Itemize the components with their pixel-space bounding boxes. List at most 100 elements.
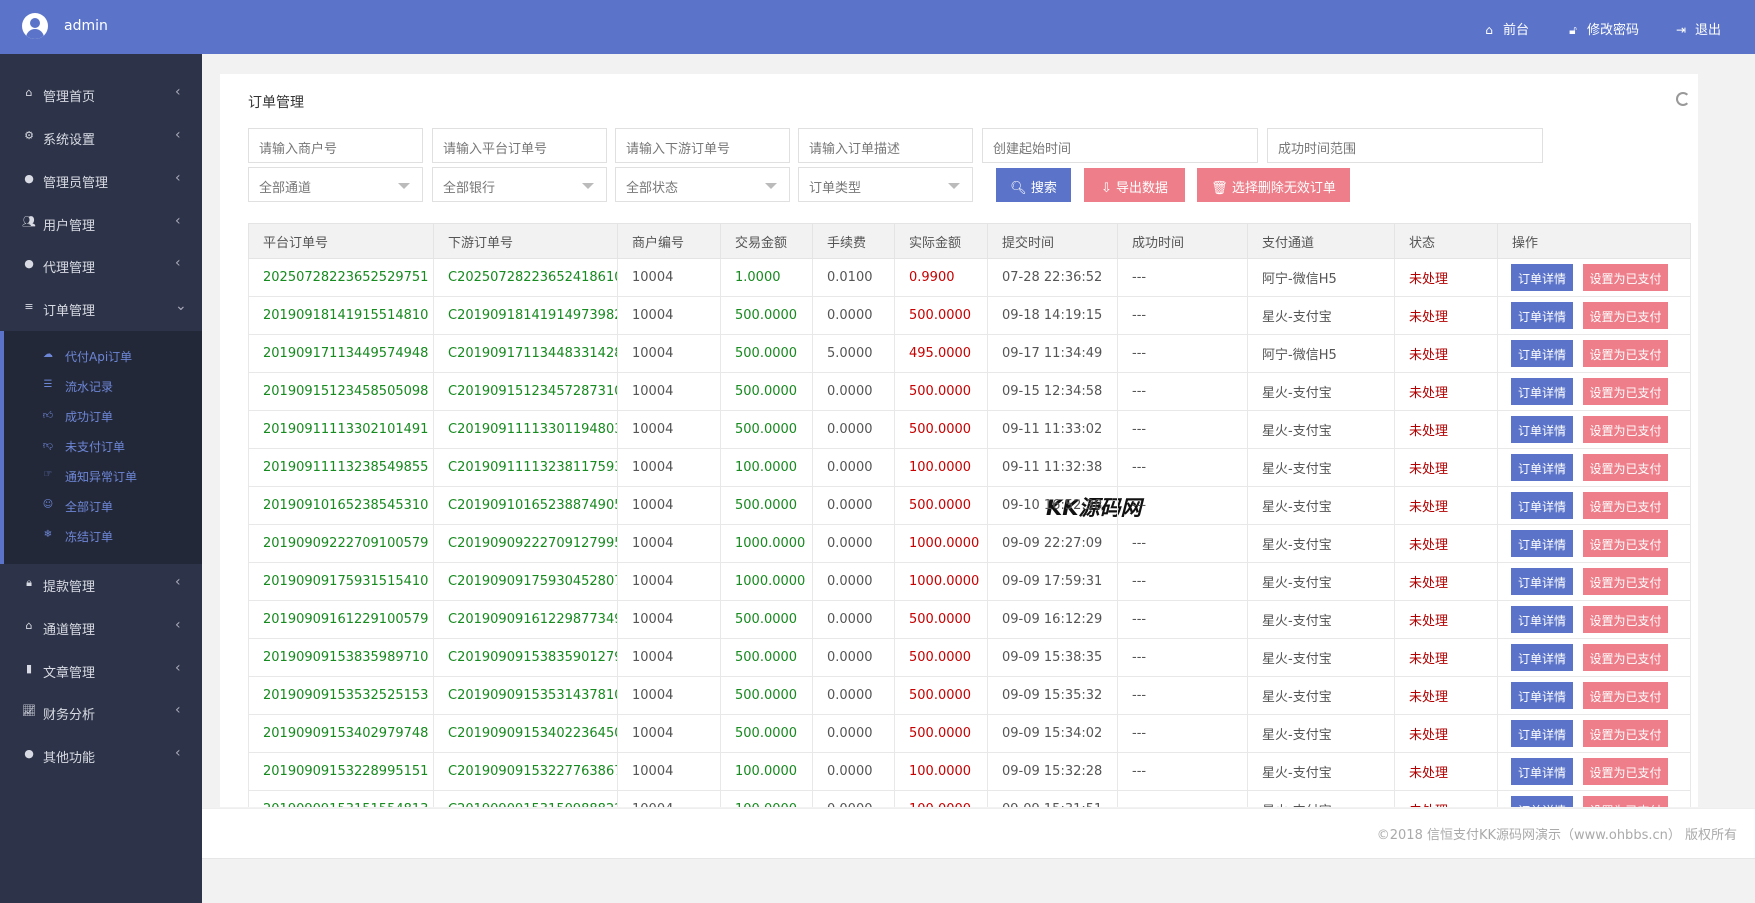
change-password-link[interactable]: 🔓︎ 修改密码 (1566, 19, 1639, 38)
set-paid-button[interactable]: 设置为已支付 (1583, 644, 1668, 671)
sidebar-item-admin-management[interactable]: ● 管理员管理 ‹ (0, 160, 202, 200)
actions-cell: 订单详情设置为已支付 (1497, 296, 1691, 335)
table-row: 20190911113302101491 C2019091111330119480… (248, 410, 1691, 449)
avatar[interactable] (22, 13, 48, 39)
set-paid-button[interactable]: 设置为已支付 (1583, 302, 1668, 329)
submit-time-cell: 07-28 22:36:52 (987, 258, 1118, 297)
platform-order-input[interactable]: 请输入平台订单号 (432, 128, 607, 163)
order-detail-button[interactable]: 订单详情 (1511, 758, 1573, 785)
order-desc-input[interactable]: 请输入订单描述 (798, 128, 973, 163)
subitem-unpaid-orders[interactable]: 👎︎ 未支付订单 (4, 431, 202, 461)
order-detail-button[interactable]: 订单详情 (1511, 302, 1573, 329)
set-paid-button[interactable]: 设置为已支付 (1583, 758, 1668, 785)
actual-amount-cell: 500.0000 (894, 638, 988, 677)
sidebar-item-withdrawal-management[interactable]: 🔒︎ 提款管理 ‹ (0, 564, 202, 604)
frontend-link[interactable]: ⌂ 前台 (1482, 19, 1529, 38)
actions-cell: 订单详情设置为已支付 (1497, 334, 1691, 373)
logout-link[interactable]: ⇥ 退出 (1674, 19, 1721, 38)
order-detail-button[interactable]: 订单详情 (1511, 340, 1573, 367)
sidebar-item-article-management[interactable]: ▮ 文章管理 ‹ (0, 650, 202, 690)
subitem-all-orders[interactable]: ☺ 全部订单 (4, 491, 202, 521)
order-detail-button[interactable]: 订单详情 (1511, 454, 1573, 481)
merchant-no-input[interactable]: 请输入商户号 (248, 128, 423, 163)
order-detail-button[interactable]: 订单详情 (1511, 682, 1573, 709)
sidebar-item-user-management[interactable]: 👥︎ 用户管理 ‹ (0, 203, 202, 243)
actual-amount-cell: 500.0000 (894, 676, 988, 715)
actions-cell: 订单详情设置为已支付 (1497, 448, 1691, 487)
order-detail-button[interactable]: 订单详情 (1511, 720, 1573, 747)
submit-time-cell: 09-09 17:59:31 (987, 562, 1118, 601)
set-paid-button[interactable]: 设置为已支付 (1583, 378, 1668, 405)
actions-cell: 订单详情设置为已支付 (1497, 638, 1691, 677)
status-select[interactable]: 全部状态 (615, 167, 790, 202)
actions-cell: 订单详情设置为已支付 (1497, 600, 1691, 639)
success-time-range-input[interactable]: 成功时间范围 (1267, 128, 1543, 163)
status-cell: 未处理 (1394, 258, 1498, 297)
set-paid-button[interactable]: 设置为已支付 (1583, 416, 1668, 443)
trade-amount-cell: 500.0000 (720, 296, 813, 335)
actions-cell: 订单详情设置为已支付 (1497, 790, 1691, 807)
set-paid-button[interactable]: 设置为已支付 (1583, 492, 1668, 519)
fee-cell: 0.0000 (812, 410, 895, 449)
col-submit-time: 提交时间 (987, 223, 1118, 259)
cloud-icon: ☁ (43, 349, 53, 360)
order-detail-button[interactable]: 订单详情 (1511, 492, 1573, 519)
subitem-frozen-orders[interactable]: ❄ 冻结订单 (4, 521, 202, 551)
subitem-successful-orders[interactable]: 👍︎ 成功订单 (4, 401, 202, 431)
sidebar-item-system-settings[interactable]: ⚙ 系统设置 ‹ (0, 117, 202, 157)
order-detail-button[interactable]: 订单详情 (1511, 606, 1573, 633)
delete-invalid-orders-button[interactable]: 🗑︎ 选择删除无效订单 (1197, 168, 1350, 202)
bank-select[interactable]: 全部银行 (432, 167, 607, 202)
order-detail-button[interactable]: 订单详情 (1511, 530, 1573, 557)
order-detail-button[interactable]: 订单详情 (1511, 416, 1573, 443)
merchant-no-cell: 10004 (617, 296, 721, 335)
success-time-cell: --- (1117, 258, 1248, 297)
merchant-no-cell: 10004 (617, 448, 721, 487)
submit-time-cell: 09-09 22:27:09 (987, 524, 1118, 563)
order-detail-button[interactable]: 订单详情 (1511, 264, 1573, 291)
set-paid-button[interactable]: 设置为已支付 (1583, 796, 1668, 807)
platform-order-cell: 20190909153151554813 (248, 790, 434, 807)
success-time-cell: --- (1117, 410, 1248, 449)
platform-order-cell: 20190910165238545310 (248, 486, 434, 525)
username: admin (64, 18, 108, 34)
search-button[interactable]: 🔍︎ 搜索 (996, 168, 1071, 202)
channel-select[interactable]: 全部通道 (248, 167, 423, 202)
caret-down-icon (765, 183, 777, 189)
set-paid-button[interactable]: 设置为已支付 (1583, 606, 1668, 633)
subitem-payout-api-orders[interactable]: ☁ 代付Api订单 (4, 341, 202, 371)
set-paid-button[interactable]: 设置为已支付 (1583, 530, 1668, 557)
orders-table: 平台订单号 下游订单号 商户编号 交易金额 手续费 实际金额 提交时间 成功时间… (248, 223, 1691, 807)
sidebar-item-agent-management[interactable]: ● 代理管理 ‹ (0, 245, 202, 285)
table-row: 20190909153151554813C2019090915315098882… (248, 790, 1691, 807)
downstream-order-input[interactable]: 请输入下游订单号 (615, 128, 790, 163)
order-detail-button[interactable]: 订单详情 (1511, 644, 1573, 671)
set-paid-button[interactable]: 设置为已支付 (1583, 454, 1668, 481)
col-pay-channel: 支付通道 (1247, 223, 1395, 259)
export-icon: ⇩ (1100, 181, 1112, 196)
order-detail-button[interactable]: 订单详情 (1511, 568, 1573, 595)
subitem-notify-exception-orders[interactable]: ☞ 通知异常订单 (4, 461, 202, 491)
downstream-order-cell: C20190909161229877349 (433, 600, 618, 639)
sidebar-item-other-functions[interactable]: ● 其他功能 ‹ (0, 735, 202, 775)
downstream-order-cell: C20190911113238117593 (433, 448, 618, 487)
sidebar-item-channel-management[interactable]: ⌂ 通道管理 ‹ (0, 607, 202, 647)
create-start-time-input[interactable]: 创建起始时间 (982, 128, 1258, 163)
sidebar-item-order-management[interactable]: ≡ 订单管理 ⌄ (0, 288, 202, 328)
order-type-select[interactable]: 订单类型 (798, 167, 973, 202)
sidebar-item-dashboard[interactable]: ⌂ 管理首页 ‹ (0, 74, 202, 114)
set-paid-button[interactable]: 设置为已支付 (1583, 720, 1668, 747)
sidebar-item-financial-analysis[interactable]: 📈︎ 财务分析 ‹ (0, 692, 202, 732)
table-row: 20190909153532525153 C2019090915353143781… (248, 676, 1691, 715)
refresh-icon[interactable] (1676, 92, 1690, 106)
export-data-button[interactable]: ⇩ 导出数据 (1084, 168, 1185, 202)
gears-icon: ⚙ (24, 129, 34, 142)
pay-channel-cell: 星火-支付宝 (1247, 562, 1395, 601)
set-paid-button[interactable]: 设置为已支付 (1583, 340, 1668, 367)
set-paid-button[interactable]: 设置为已支付 (1583, 682, 1668, 709)
order-detail-button[interactable]: 订单详情 (1511, 378, 1573, 405)
set-paid-button[interactable]: 设置为已支付 (1583, 568, 1668, 595)
order-detail-button[interactable]: 订单详情 (1511, 796, 1573, 807)
set-paid-button[interactable]: 设置为已支付 (1583, 264, 1668, 291)
subitem-transaction-records[interactable]: ☰ 流水记录 (4, 371, 202, 401)
